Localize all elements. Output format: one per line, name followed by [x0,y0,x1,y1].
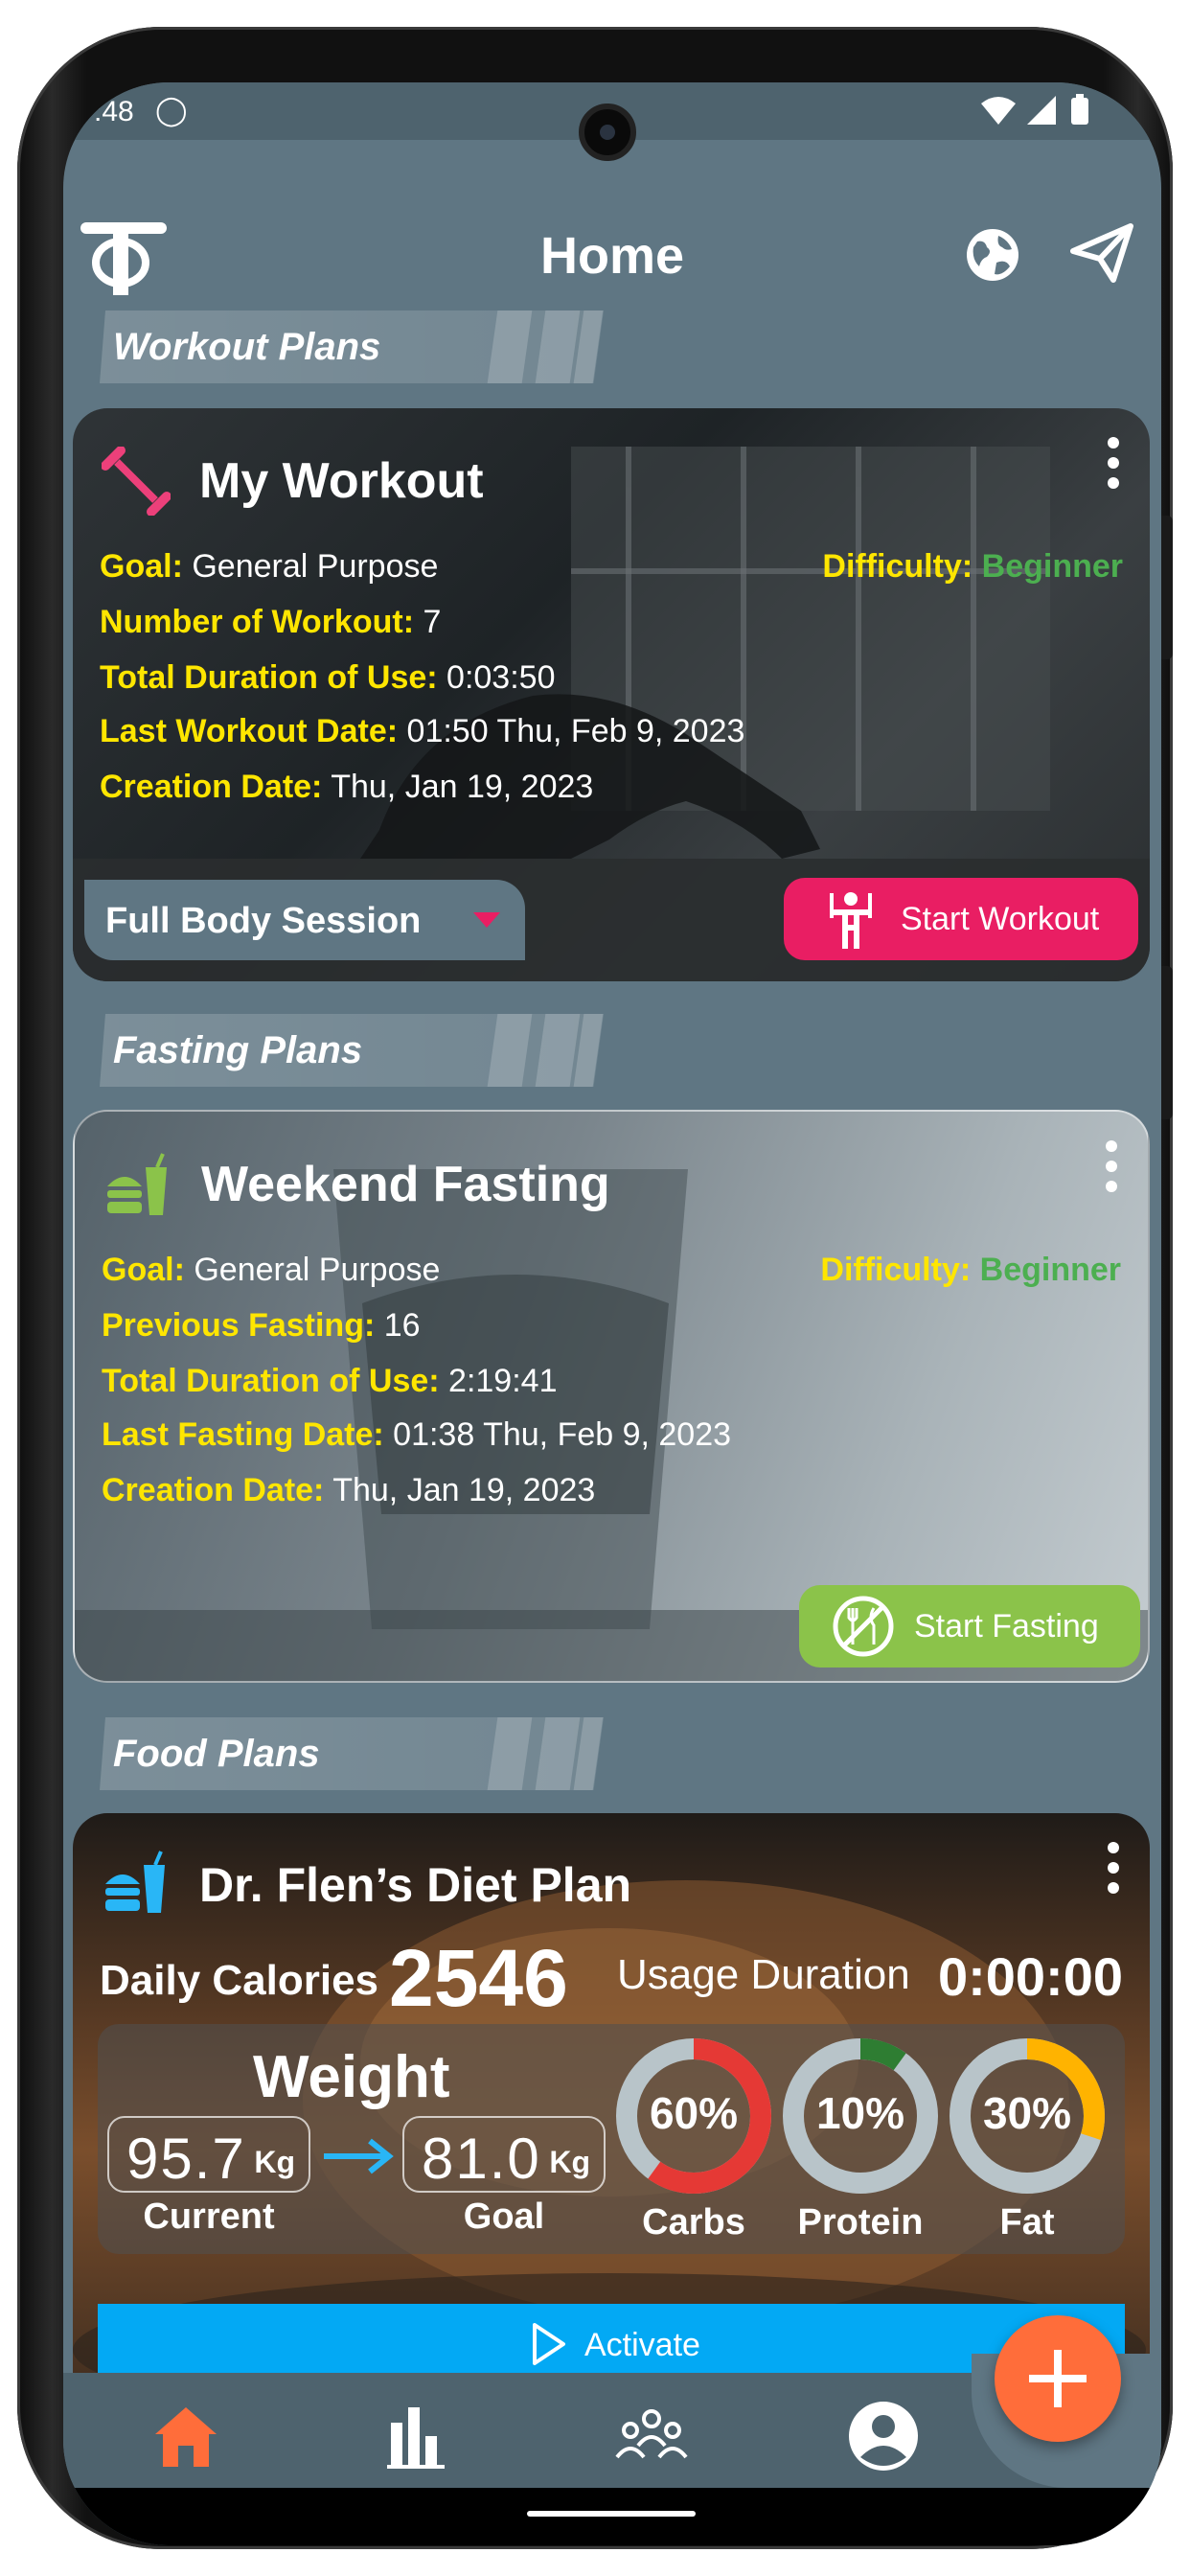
calories-label: Daily Calories [100,1957,379,2004]
person-lift-icon [830,892,872,949]
section-header-workout: Workout Plans [100,310,604,383]
home-gesture-bar[interactable] [527,2511,696,2517]
macro-label-carbs: Carbs [642,2202,745,2242]
arrow-right-icon [324,2138,394,2174]
section-label: Fasting Plans [113,1029,363,1071]
macro-label-protein: Protein [797,2202,924,2242]
no-eating-icon [833,1596,894,1657]
weight-unit: Kg [549,2145,590,2179]
usage-value: 0:00:00 [937,1946,1123,2007]
workout-count: Number of Workout: 7 [100,604,442,640]
goal-weight-box: 81.0 Kg [402,2116,606,2193]
fasting-difficulty: Difficulty: Beginner [820,1252,1121,1288]
send-icon[interactable] [1069,222,1134,284]
fasting-goal: Goal: General Purpose [102,1252,441,1288]
burger-drink-icon [107,1153,167,1215]
weight-unit: Kg [254,2145,295,2179]
macro-percent-protein: 10% [815,2088,905,2138]
workout-title: My Workout [199,453,484,509]
food-menu-icon[interactable] [1106,1842,1121,1899]
nav-community-icon[interactable] [613,2398,690,2474]
current-label: Current [143,2196,275,2237]
workout-last-date: Last Workout Date: 01:50 Thu, Feb 9, 202… [100,713,745,749]
goal-weight-value: 81.0 [422,2127,541,2191]
workout-card[interactable]: My Workout Goal: General Purpose Difficu… [73,408,1150,981]
food-title: Dr. Flen’s Diet Plan [199,1858,632,1912]
phone-frame: :48 ◯ Home Workout Plans My Workout Goal… [17,27,1173,2549]
macro-percent-carbs: 60% [649,2088,739,2138]
workout-creation-date: Creation Date: Thu, Jan 19, 2023 [100,769,594,805]
weight-title: Weight [253,2044,450,2110]
current-weight-box: 95.7 Kg [107,2116,310,2193]
fasting-menu-icon[interactable] [1104,1140,1119,1198]
current-weight-value: 95.7 [126,2127,246,2191]
front-camera [579,104,636,161]
macro-label-fat: Fat [999,2202,1055,2242]
burger-drink-icon [105,1851,165,1913]
volume-button [1159,516,1173,659]
status-icons [979,94,1104,136]
globe-icon[interactable] [964,226,1021,284]
section-label: Workout Plans [113,326,381,368]
workout-duration: Total Duration of Use: 0:03:50 [100,659,556,696]
power-button [1159,966,1173,1119]
section-header-fasting: Fasting Plans [100,1014,604,1087]
fasting-title: Weekend Fasting [201,1157,610,1212]
screen-record-icon: ◯ [155,95,188,126]
play-icon [533,2323,565,2365]
workout-goal: Goal: General Purpose [100,548,439,585]
section-header-food: Food Plans [100,1717,604,1790]
goal-label: Goal [463,2196,545,2237]
add-fab-button[interactable] [995,2315,1121,2442]
dumbbell-icon [102,447,171,516]
food-card[interactable]: Dr. Flen’s Diet Plan Daily Calories 2546… [73,1813,1150,2426]
fasting-card[interactable]: Weekend Fasting Goal: General Purpose Di… [73,1110,1150,1683]
workout-difficulty: Difficulty: Beginner [822,548,1123,585]
macro-percent-fat: 30% [982,2088,1072,2138]
fasting-count: Previous Fasting: 16 [102,1307,421,1344]
screen: :48 ◯ Home Workout Plans My Workout Goal… [63,82,1161,2545]
nav-home-icon[interactable] [148,2398,224,2474]
nav-stats-icon[interactable] [379,2398,456,2474]
start-fasting-button[interactable]: Start Fasting [799,1585,1140,1668]
fasting-creation-date: Creation Date: Thu, Jan 19, 2023 [102,1472,596,1508]
usage-label: Usage Duration [617,1951,910,1998]
nav-profile-icon[interactable] [845,2398,922,2474]
fasting-duration: Total Duration of Use: 2:19:41 [102,1363,558,1399]
session-select[interactable]: Full Body Session [84,880,525,960]
stats-panel: Weight 95.7 Kg 81.0 Kg Current Goal 60% C… [98,2024,1125,2254]
gesture-area [63,2488,1161,2545]
dropdown-caret-icon [473,912,500,928]
fasting-last-date: Last Fasting Date: 01:38 Thu, Feb 9, 202… [102,1416,732,1453]
workout-menu-icon[interactable] [1106,437,1121,494]
section-label: Food Plans [113,1733,320,1775]
calories-value: 2546 [389,1933,568,2023]
status-time: :48 [94,96,134,127]
start-workout-button[interactable]: Start Workout [784,878,1138,960]
wifi-signal-battery-icon [981,94,1088,125]
